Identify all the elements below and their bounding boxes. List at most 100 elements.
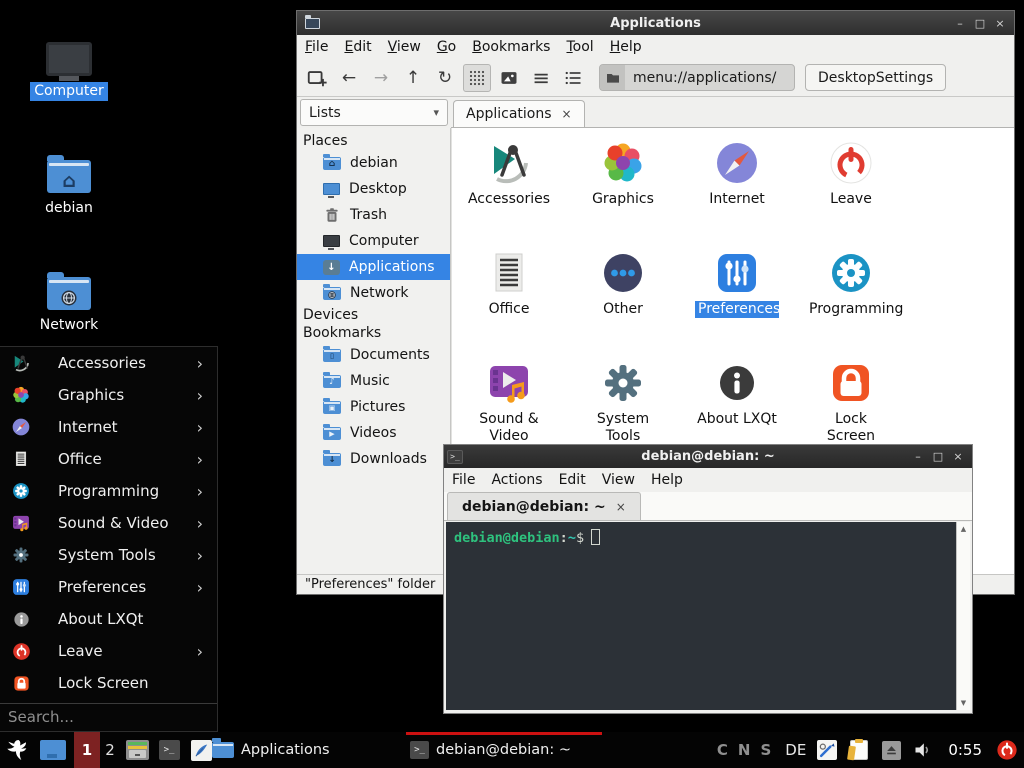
terminal-tab[interactable]: debian@debian: ~ × xyxy=(447,492,641,520)
icon-view-toggle[interactable] xyxy=(463,64,491,92)
tab-close-icon[interactable]: × xyxy=(616,500,626,514)
menu-item-internet[interactable]: Internet› xyxy=(0,411,217,443)
menu-tool[interactable]: Tool xyxy=(558,39,601,55)
close-icon[interactable]: × xyxy=(992,17,1008,30)
app-category-office[interactable]: Office xyxy=(452,245,566,355)
sidebar-item-computer[interactable]: Computer xyxy=(297,228,450,254)
sidebar-item-network[interactable]: Network xyxy=(297,280,450,306)
maximize-icon[interactable]: □ xyxy=(972,17,988,30)
terminal-titlebar[interactable]: >_ debian@debian: ~ – □ × xyxy=(444,445,972,468)
menu-edit[interactable]: Edit xyxy=(551,472,594,488)
search-input[interactable] xyxy=(0,704,217,730)
compact-view-icon[interactable]: ≡ xyxy=(527,64,555,92)
eject-tray-icon[interactable] xyxy=(880,739,902,761)
scroll-up-icon[interactable]: ▲ xyxy=(961,525,966,533)
menu-go[interactable]: Go xyxy=(429,39,464,55)
workspace-2-button[interactable]: 2 xyxy=(100,732,120,768)
tab-close-icon[interactable]: × xyxy=(562,107,572,121)
places-header: Places xyxy=(297,132,450,150)
desktop-icon-home-folder[interactable]: ⌂ debian xyxy=(20,139,118,218)
prompt-colon: : xyxy=(560,530,568,546)
minimize-icon[interactable]: – xyxy=(910,450,926,463)
close-icon[interactable]: × xyxy=(950,450,966,463)
quicklaunch-file-manager[interactable] xyxy=(122,732,152,768)
fm-titlebar[interactable]: Applications – □ × xyxy=(297,11,1014,35)
workspace-1-button[interactable]: 1 xyxy=(74,732,100,768)
menu-actions[interactable]: Actions xyxy=(483,472,550,488)
show-desktop-button[interactable] xyxy=(40,740,66,760)
desktop-settings-button[interactable]: DesktopSettings xyxy=(805,64,946,91)
folder-icon xyxy=(212,742,234,758)
menu-item-sound-video[interactable]: Sound & Video› xyxy=(0,507,217,539)
menu-bookmarks[interactable]: Bookmarks xyxy=(464,39,558,55)
sidebar-item-documents[interactable]: ▯Documents xyxy=(297,342,450,368)
sidebar-item-desktop[interactable]: Desktop xyxy=(297,176,450,202)
menu-item-preferences[interactable]: Preferences› xyxy=(0,571,217,603)
menu-help[interactable]: Help xyxy=(602,39,650,55)
menu-item-graphics[interactable]: Graphics› xyxy=(0,379,217,411)
menu-item-office[interactable]: Office› xyxy=(0,443,217,475)
clock[interactable]: 0:55 xyxy=(948,741,982,759)
accessories-icon xyxy=(10,352,32,374)
sidebar-item-trash[interactable]: Trash xyxy=(297,202,450,228)
path-bar[interactable]: menu://applications/ xyxy=(599,64,795,91)
menu-item-system-tools[interactable]: System Tools› xyxy=(0,539,217,571)
screenshot-tray-icon[interactable] xyxy=(816,739,838,761)
new-tab-icon[interactable] xyxy=(303,64,331,92)
menu-view[interactable]: View xyxy=(380,39,429,55)
menu-file[interactable]: File xyxy=(297,39,336,55)
terminal-window: >_ debian@debian: ~ – □ × File Actions E… xyxy=(443,444,973,714)
scroll-down-icon[interactable]: ▼ xyxy=(957,699,970,707)
menu-item-programming[interactable]: Programming› xyxy=(0,475,217,507)
sidebar-item-home[interactable]: ⌂debian xyxy=(297,150,450,176)
power-button[interactable] xyxy=(996,739,1018,761)
thumbnail-view-icon[interactable] xyxy=(495,64,523,92)
sidebar-mode-combo[interactable]: Lists ▾ xyxy=(300,99,448,126)
start-menu-button[interactable] xyxy=(0,732,34,768)
system-tools-icon xyxy=(599,359,647,407)
clipboard-tray-icon[interactable] xyxy=(848,739,870,761)
sound-video-icon xyxy=(10,512,32,534)
app-category-preferences[interactable]: Preferences xyxy=(680,245,794,355)
menu-item-leave[interactable]: Leave› xyxy=(0,635,217,667)
quicklaunch-terminal[interactable]: >_ xyxy=(154,732,184,768)
menu-edit[interactable]: Edit xyxy=(336,39,379,55)
sidebar-item-applications[interactable]: ↓Applications xyxy=(297,254,450,280)
detailed-list-icon[interactable] xyxy=(559,64,587,92)
desktop-icon-network[interactable]: Network xyxy=(20,256,118,335)
tab-applications[interactable]: Applications × xyxy=(453,100,585,127)
sidebar-item-downloads[interactable]: ↓Downloads xyxy=(297,446,450,472)
terminal-screen[interactable]: debian@debian:~$ xyxy=(446,522,956,710)
up-icon[interactable]: ↑ xyxy=(399,64,427,92)
menu-help[interactable]: Help xyxy=(643,472,691,488)
menu-item-accessories[interactable]: Accessories› xyxy=(0,347,217,379)
prompt-user: debian@debian xyxy=(454,530,560,546)
app-category-graphics[interactable]: Graphics xyxy=(566,135,680,245)
sidebar-item-music[interactable]: ♪Music xyxy=(297,368,450,394)
minimize-icon[interactable]: – xyxy=(952,17,968,30)
maximize-icon[interactable]: □ xyxy=(930,450,946,463)
menu-item-about-lxqt[interactable]: About LXQt xyxy=(0,603,217,635)
desktop-icon-computer[interactable]: Computer xyxy=(20,22,118,101)
reload-icon[interactable]: ↻ xyxy=(431,64,459,92)
internet-icon xyxy=(10,416,32,438)
app-category-leave[interactable]: Leave xyxy=(794,135,908,245)
app-category-programming[interactable]: Programming xyxy=(794,245,908,355)
task-button-applications[interactable]: Applications xyxy=(208,732,404,768)
back-icon[interactable]: ← xyxy=(335,64,363,92)
keyboard-layout-indicator[interactable]: DE xyxy=(785,741,806,759)
menu-view[interactable]: View xyxy=(594,472,643,488)
volume-tray-icon[interactable] xyxy=(912,739,934,761)
terminal-scrollbar[interactable]: ▲ ▼ xyxy=(956,522,970,710)
app-category-accessories[interactable]: Accessories xyxy=(452,135,566,245)
path-text[interactable]: menu://applications/ xyxy=(625,70,784,86)
sidebar-item-videos[interactable]: ▶Videos xyxy=(297,420,450,446)
taskbar-panel: 1 2 >_ Applications >_ debian@debian: ~ … xyxy=(0,732,1024,768)
sidebar-item-pictures[interactable]: ▣Pictures xyxy=(297,394,450,420)
menu-item-lock-screen[interactable]: Lock Screen xyxy=(0,667,217,699)
forward-icon[interactable]: → xyxy=(367,64,395,92)
app-category-other[interactable]: Other xyxy=(566,245,680,355)
menu-file[interactable]: File xyxy=(444,472,483,488)
task-button-terminal[interactable]: >_ debian@debian: ~ xyxy=(406,732,602,768)
app-category-internet[interactable]: Internet xyxy=(680,135,794,245)
